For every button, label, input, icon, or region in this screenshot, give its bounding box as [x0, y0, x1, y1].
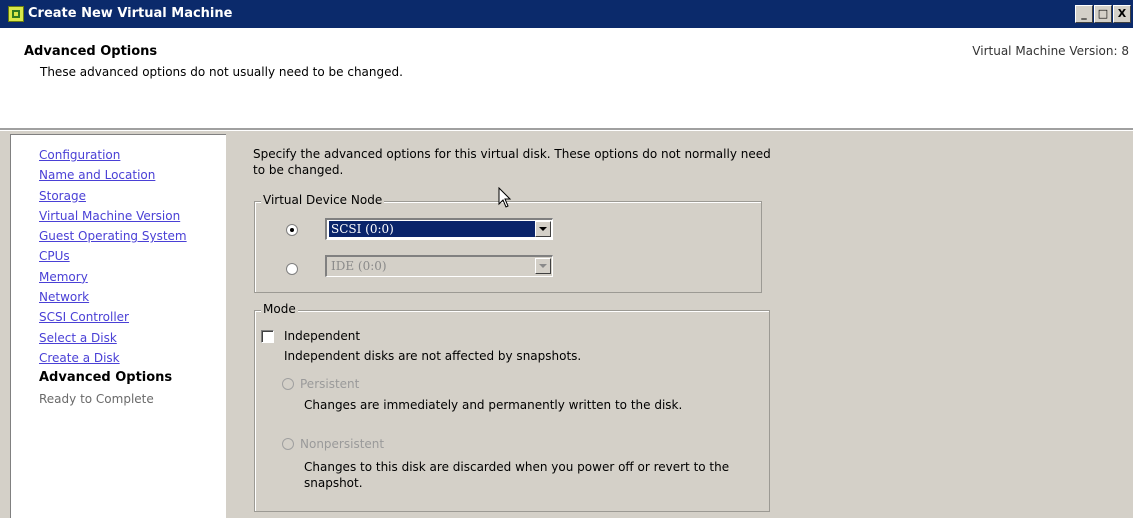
nonpersistent-radio	[282, 438, 294, 450]
virtual-device-node-legend: Virtual Device Node	[261, 193, 385, 207]
mouse-pointer-icon	[498, 187, 512, 208]
chevron-down-icon[interactable]	[535, 221, 551, 237]
vm-version-label: Virtual Machine Version: 8	[972, 44, 1129, 58]
intro-line-1: Specify the advanced options for this vi…	[253, 147, 771, 161]
independent-label[interactable]: Independent	[284, 328, 360, 344]
vm-wizard-icon	[8, 6, 24, 22]
virtual-device-node-group: Virtual Device Node SCSI (0:0) IDE (0:0)	[254, 193, 762, 293]
independent-checkbox[interactable]	[261, 330, 274, 343]
scsi-node-value: SCSI (0:0)	[329, 221, 551, 237]
nonpersistent-description-line-2: snapshot.	[304, 476, 363, 490]
ide-node-value: IDE (0:0)	[331, 259, 387, 273]
scsi-node-select[interactable]: SCSI (0:0)	[325, 218, 553, 240]
page-subtitle: These advanced options do not usually ne…	[40, 65, 403, 79]
persistent-label: Persistent	[300, 377, 360, 391]
window-title: Create New Virtual Machine	[28, 6, 233, 21]
persistent-description: Changes are immediately and permanently …	[304, 398, 683, 412]
step-ready-to-complete: Ready to Complete	[39, 391, 154, 406]
step-create-a-disk[interactable]: Create a Disk	[39, 348, 187, 368]
maximize-button[interactable]: □	[1094, 5, 1112, 23]
step-scsi-controller[interactable]: SCSI Controller	[39, 307, 187, 327]
step-network[interactable]: Network	[39, 287, 187, 307]
intro-text: Specify the advanced options for this vi…	[253, 146, 793, 178]
step-configuration[interactable]: Configuration	[39, 145, 187, 165]
scsi-radio[interactable]	[286, 224, 298, 236]
mode-legend: Mode	[261, 302, 298, 316]
chevron-down-icon	[535, 258, 551, 274]
step-storage[interactable]: Storage	[39, 186, 187, 206]
independent-description: Independent disks are not affected by sn…	[284, 349, 582, 363]
mode-group: Mode Independent Independent disks are n…	[254, 302, 770, 512]
persistent-radio	[282, 378, 294, 390]
nonpersistent-description-line-1: Changes to this disk are discarded when …	[304, 460, 730, 474]
ide-node-select: IDE (0:0)	[325, 255, 553, 277]
wizard-header: Advanced Options These advanced options …	[0, 28, 1133, 128]
step-virtual-machine-version[interactable]: Virtual Machine Version	[39, 206, 187, 226]
step-guest-operating-system[interactable]: Guest Operating System	[39, 226, 187, 246]
step-memory[interactable]: Memory	[39, 267, 187, 287]
page-title: Advanced Options	[24, 44, 158, 59]
step-select-a-disk[interactable]: Select a Disk	[39, 328, 187, 348]
step-advanced-options: Advanced Options	[39, 370, 173, 386]
ide-radio[interactable]	[286, 263, 298, 275]
step-name-and-location[interactable]: Name and Location	[39, 165, 187, 185]
window-titlebar[interactable]: Create New Virtual Machine _ □ X	[0, 0, 1133, 28]
wizard-steps-list: Configuration Name and Location Storage …	[39, 145, 187, 409]
minimize-button[interactable]: _	[1075, 5, 1093, 23]
nonpersistent-label: Nonpersistent	[300, 437, 385, 451]
step-cpus[interactable]: CPUs	[39, 246, 187, 266]
close-button[interactable]: X	[1113, 5, 1131, 23]
wizard-steps-panel: Configuration Name and Location Storage …	[10, 134, 226, 518]
intro-line-2: to be changed.	[253, 163, 344, 177]
